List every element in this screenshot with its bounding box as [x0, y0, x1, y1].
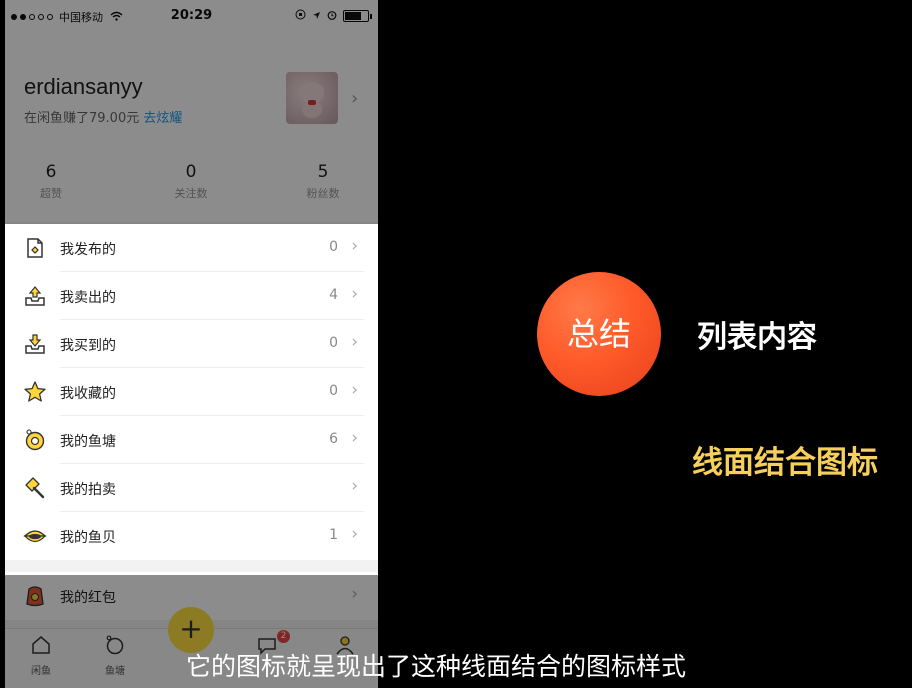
chevron-right-icon: ›: [351, 428, 358, 448]
menu-item-label: 我的鱼塘: [60, 434, 116, 450]
slide-highlight: 线面结合图标: [692, 445, 878, 481]
bought-tray-icon: [23, 332, 47, 356]
menu-item-label: 我的鱼贝: [60, 530, 116, 546]
chevron-right-icon: ›: [351, 332, 358, 352]
menu-item-count: 4: [329, 287, 338, 303]
pond-icon: [23, 428, 47, 452]
menu-item-count: 0: [329, 383, 338, 399]
phone-screen: 中国移动 20:29 erdiansanyy 在闲鱼赚了79.00元 去炫耀 ›…: [5, 0, 378, 688]
shell-icon: [23, 524, 47, 548]
menu-item-sold[interactable]: 我卖出的 4 ›: [5, 272, 378, 320]
menu-item-label: 我发布的: [60, 242, 116, 258]
chevron-right-icon: ›: [351, 236, 358, 256]
menu-item-count: 0: [329, 335, 338, 351]
menu-item-count: 1: [329, 527, 338, 543]
chevron-right-icon: ›: [351, 524, 358, 544]
menu-item-pond[interactable]: 我的鱼塘 6 ›: [5, 416, 378, 464]
menu-list: 我发布的 0 › 我卖出的 4 › 我买到的 0 › 我收藏的 0 › 我的鱼塘…: [5, 224, 378, 560]
sold-tray-icon: [23, 284, 47, 308]
menu-item-label: 我的拍卖: [60, 482, 116, 498]
menu-item-count: 6: [329, 431, 338, 447]
menu-item-label: 我收藏的: [60, 386, 116, 402]
menu-item-favorites[interactable]: 我收藏的 0 ›: [5, 368, 378, 416]
auction-hammer-icon: [23, 476, 47, 500]
menu-item-auction[interactable]: 我的拍卖 ›: [5, 464, 378, 512]
menu-item-count: 0: [329, 239, 338, 255]
menu-item-bought[interactable]: 我买到的 0 ›: [5, 320, 378, 368]
chevron-right-icon: ›: [351, 476, 358, 496]
menu-item-label: 我买到的: [60, 338, 116, 354]
menu-item-published[interactable]: 我发布的 0 ›: [5, 224, 378, 272]
chevron-right-icon: ›: [351, 284, 358, 304]
star-icon: [23, 380, 47, 404]
dim-overlay-top: [5, 0, 378, 224]
publish-doc-icon: [23, 236, 47, 260]
video-subtitle: 它的图标就呈现出了这种线面结合的图标样式: [186, 652, 687, 681]
slide-title: 列表内容: [697, 320, 817, 355]
chevron-right-icon: ›: [351, 380, 358, 400]
menu-item-shells[interactable]: 我的鱼贝 1 ›: [5, 512, 378, 560]
menu-item-label: 我卖出的: [60, 290, 116, 306]
summary-badge: 总结: [537, 272, 661, 396]
